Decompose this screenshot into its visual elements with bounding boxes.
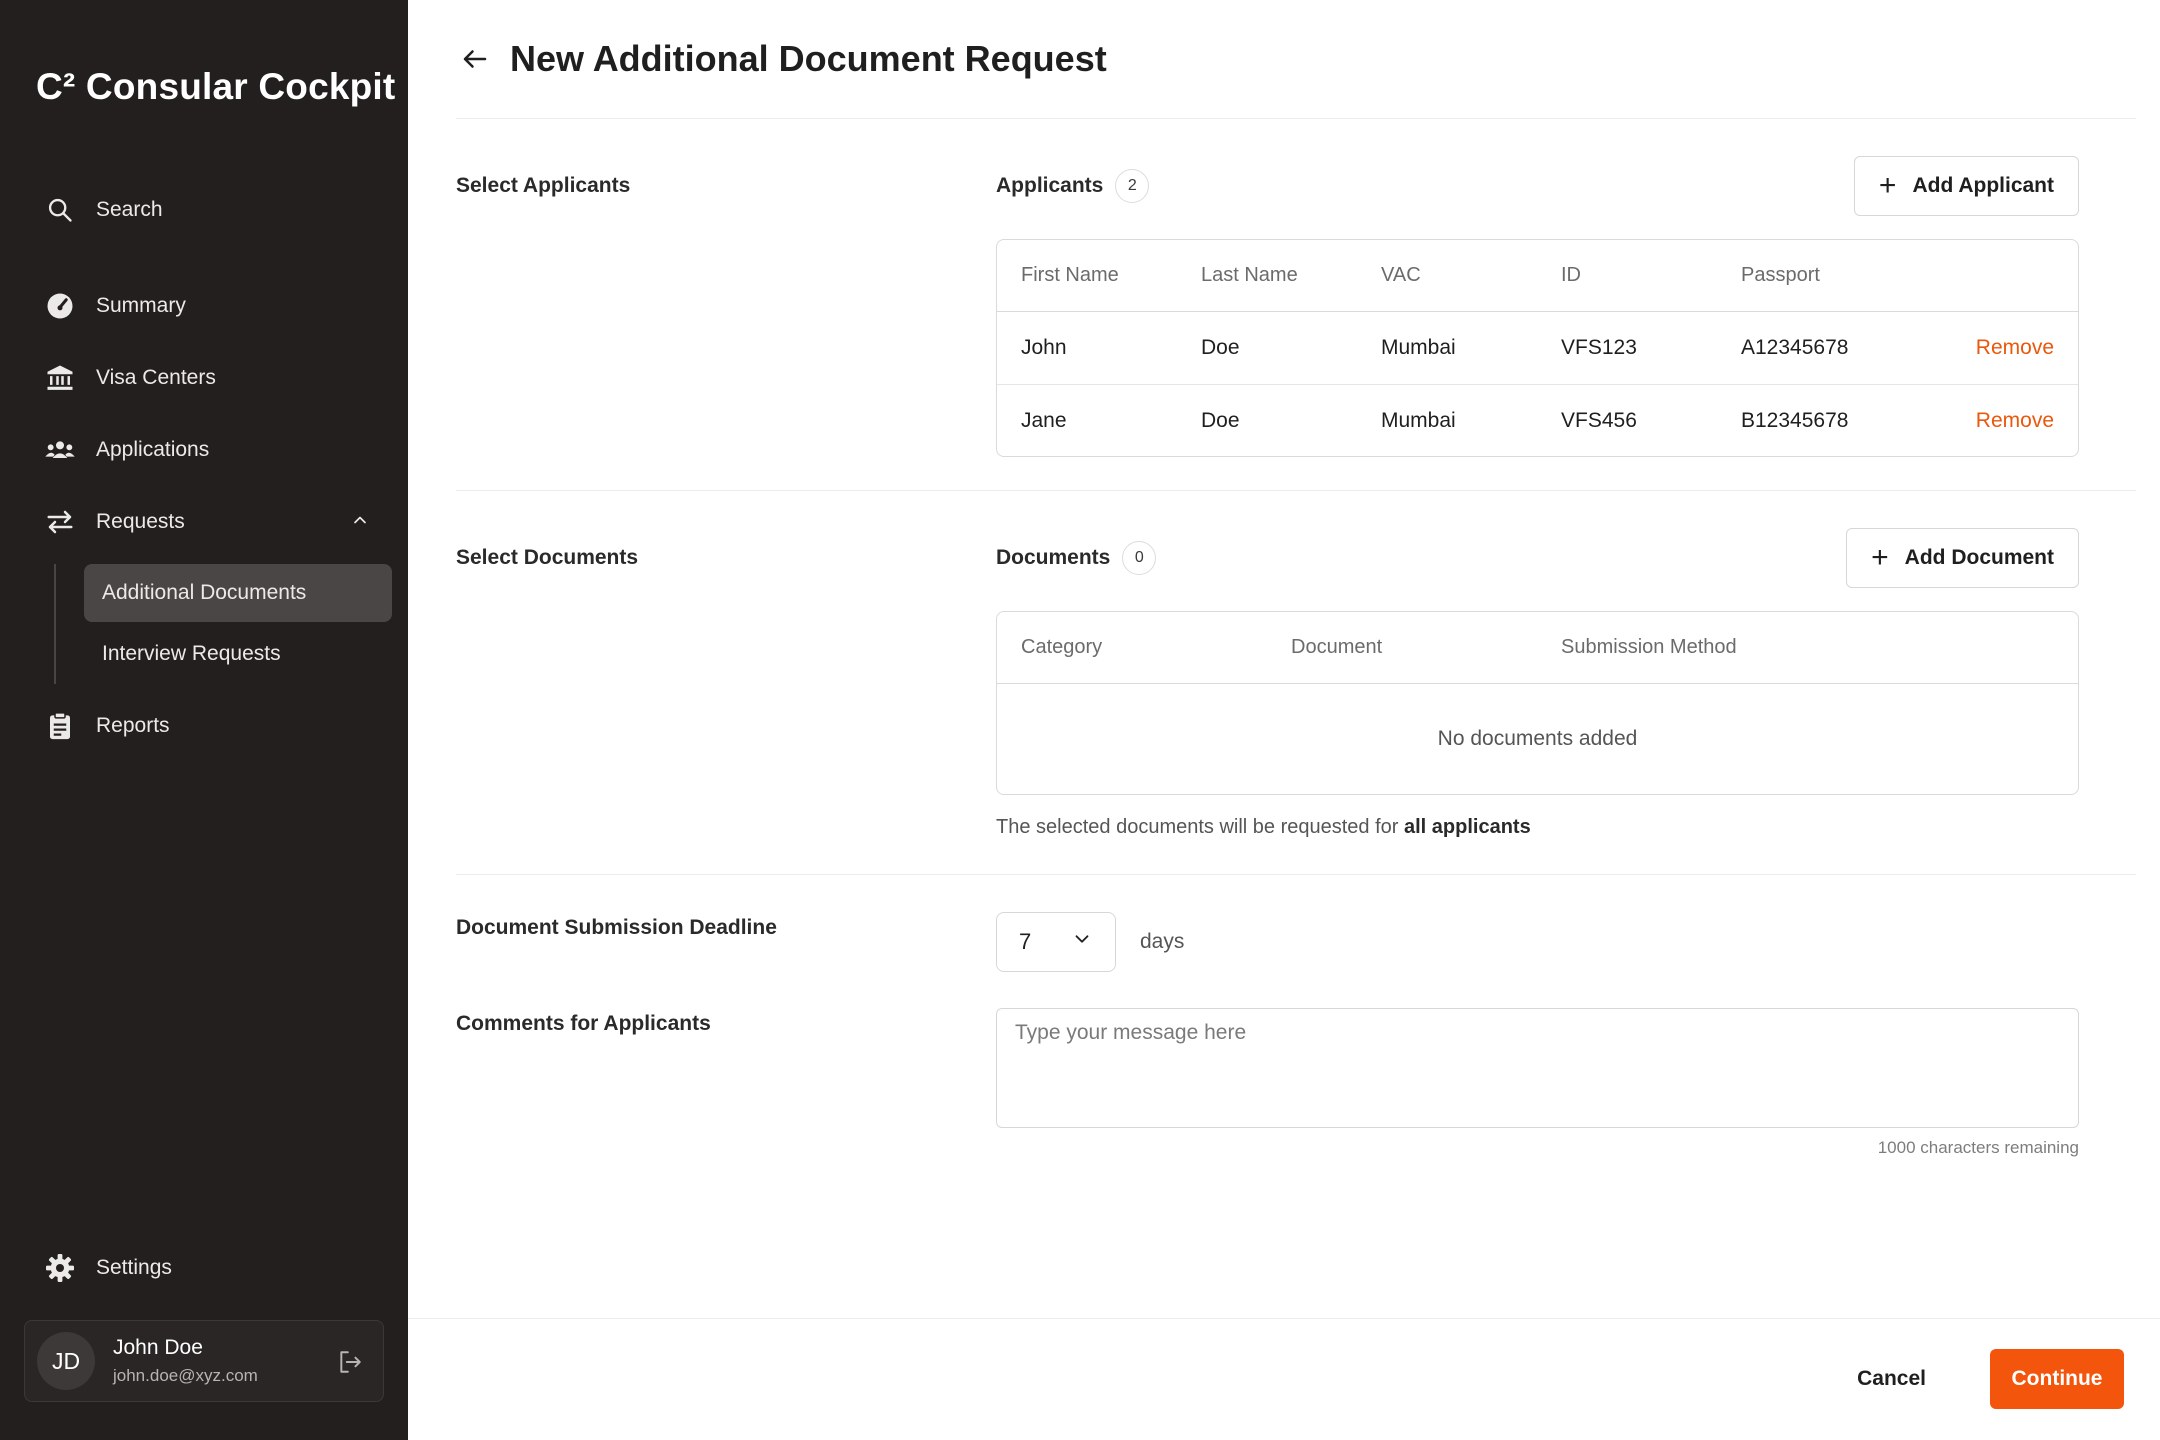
cell-passport: B12345678 bbox=[1741, 408, 1849, 432]
deadline-select[interactable]: 7 bbox=[996, 912, 1116, 972]
sidebar-item-label: Summary bbox=[96, 294, 186, 317]
table-header: First Name Last Name VAC ID Passport bbox=[997, 240, 2078, 312]
documents-heading: Documents 0 bbox=[996, 541, 1157, 575]
cell-last-name: Doe bbox=[1201, 336, 1240, 359]
app-brand: C² Consular Cockpit bbox=[36, 66, 396, 107]
gear-icon bbox=[44, 1252, 76, 1284]
bank-icon bbox=[44, 362, 76, 394]
sidebar-item-label: Visa Centers bbox=[96, 366, 216, 389]
column-header-id: ID bbox=[1561, 264, 1581, 286]
gauge-icon bbox=[44, 290, 76, 322]
user-email: john.doe@xyz.com bbox=[113, 1366, 258, 1385]
deadline-unit: days bbox=[1140, 930, 1185, 953]
column-header-submission-method: Submission Method bbox=[1561, 636, 1737, 658]
section-divider bbox=[456, 490, 2136, 491]
page-title: New Additional Document Request bbox=[510, 38, 1107, 79]
column-header-passport: Passport bbox=[1741, 264, 1820, 286]
add-applicant-button[interactable]: + Add Applicant bbox=[1853, 156, 2079, 216]
documents-count-badge: 0 bbox=[1122, 541, 1157, 575]
subnav-divider bbox=[54, 564, 56, 684]
cell-last-name: Doe bbox=[1201, 408, 1240, 432]
sidebar-item-reports[interactable]: Reports bbox=[44, 706, 170, 746]
avatar: JD bbox=[37, 1332, 95, 1390]
sidebar-item-label: Settings bbox=[96, 1256, 172, 1279]
deadline-label: Document Submission Deadline bbox=[456, 916, 777, 939]
cell-id: VFS456 bbox=[1561, 408, 1637, 432]
swap-arrows-icon bbox=[44, 506, 76, 538]
documents-note-emphasis: all applicants bbox=[1404, 816, 1531, 838]
cell-passport: A12345678 bbox=[1741, 336, 1849, 359]
cell-vac: Mumbai bbox=[1381, 336, 1456, 359]
documents-note-text: The selected documents will be requested… bbox=[996, 816, 1404, 838]
add-applicant-label: Add Applicant bbox=[1912, 174, 2054, 197]
comments-label: Comments for Applicants bbox=[456, 1012, 711, 1035]
applicants-count-badge: 2 bbox=[1115, 169, 1150, 203]
applicants-table: First Name Last Name VAC ID Passport Joh… bbox=[996, 239, 2079, 457]
cell-id: VFS123 bbox=[1561, 336, 1637, 359]
select-documents-label: Select Documents bbox=[456, 546, 639, 569]
add-document-label: Add Document bbox=[1904, 546, 2054, 569]
sidebar-item-label: Requests bbox=[96, 510, 185, 533]
select-applicants-label: Select Applicants bbox=[456, 174, 631, 197]
add-document-button[interactable]: + Add Document bbox=[1846, 528, 2079, 588]
column-header-first-name: First Name bbox=[1021, 264, 1119, 286]
remove-applicant-link[interactable]: Remove bbox=[1976, 409, 2054, 433]
sidebar-subitem-interview-requests[interactable]: Interview Requests bbox=[84, 625, 392, 683]
sidebar-item-label: Search bbox=[96, 198, 163, 221]
footer-bar: Cancel Continue bbox=[408, 1318, 2160, 1440]
documents-heading-text: Documents bbox=[996, 546, 1111, 569]
user-name: John Doe bbox=[113, 1336, 203, 1359]
logout-icon[interactable] bbox=[337, 1349, 363, 1375]
column-header-category: Category bbox=[1021, 636, 1103, 658]
sidebar-item-requests[interactable]: Requests bbox=[44, 502, 185, 542]
chevron-up-icon[interactable] bbox=[350, 510, 370, 530]
search-icon bbox=[44, 194, 76, 226]
sidebar-item-label: Reports bbox=[96, 714, 170, 737]
table-header: Category Document Submission Method bbox=[997, 612, 2078, 684]
sidebar-item-visa-centers[interactable]: Visa Centers bbox=[44, 358, 216, 398]
characters-remaining: 1000 characters remaining bbox=[1877, 1138, 2079, 1157]
sidebar-item-applications[interactable]: Applications bbox=[44, 430, 209, 470]
empty-state-text: No documents added bbox=[1437, 727, 1638, 750]
table-row: John Doe Mumbai VFS123 A12345678 Remove bbox=[997, 312, 2078, 384]
sidebar-item-label: Applications bbox=[96, 438, 210, 461]
back-arrow-icon[interactable] bbox=[460, 44, 490, 74]
main-content: New Additional Document Request Select A… bbox=[408, 0, 2160, 1440]
applicants-heading: Applicants 2 bbox=[996, 169, 1150, 203]
documents-note: The selected documents will be requested… bbox=[996, 816, 1531, 839]
remove-applicant-link[interactable]: Remove bbox=[1976, 336, 2054, 360]
continue-button[interactable]: Continue bbox=[1990, 1349, 2124, 1409]
cell-first-name: Jane bbox=[1021, 408, 1067, 432]
people-icon bbox=[44, 434, 76, 466]
deadline-value: 7 bbox=[1019, 929, 1032, 954]
sidebar-item-summary[interactable]: Summary bbox=[44, 286, 186, 326]
clipboard-icon bbox=[44, 710, 76, 742]
column-header-last-name: Last Name bbox=[1201, 264, 1298, 286]
column-header-vac: VAC bbox=[1381, 264, 1421, 286]
header-divider bbox=[456, 118, 2136, 119]
applicants-heading-text: Applicants bbox=[996, 174, 1104, 197]
sidebar: C² Consular Cockpit Search Summary Visa … bbox=[0, 0, 408, 1440]
user-card: JD John Doe john.doe@xyz.com bbox=[24, 1320, 384, 1402]
plus-icon: + bbox=[1878, 169, 1897, 202]
table-row: Jane Doe Mumbai VFS456 B12345678 Remove bbox=[997, 384, 2078, 456]
chevron-down-icon bbox=[1071, 928, 1093, 956]
sidebar-item-search[interactable]: Search bbox=[44, 190, 163, 230]
documents-table: Category Document Submission Method No d… bbox=[996, 611, 2079, 795]
sidebar-subitem-additional-documents[interactable]: Additional Documents bbox=[84, 564, 392, 622]
plus-icon: + bbox=[1871, 541, 1889, 574]
cell-first-name: John bbox=[1021, 336, 1067, 359]
cancel-button[interactable]: Cancel bbox=[1833, 1349, 1950, 1409]
sidebar-item-settings[interactable]: Settings bbox=[44, 1248, 172, 1288]
section-divider bbox=[456, 874, 2136, 875]
column-header-document: Document bbox=[1291, 636, 1383, 658]
cell-vac: Mumbai bbox=[1381, 408, 1456, 432]
comments-textarea[interactable] bbox=[996, 1008, 2079, 1128]
